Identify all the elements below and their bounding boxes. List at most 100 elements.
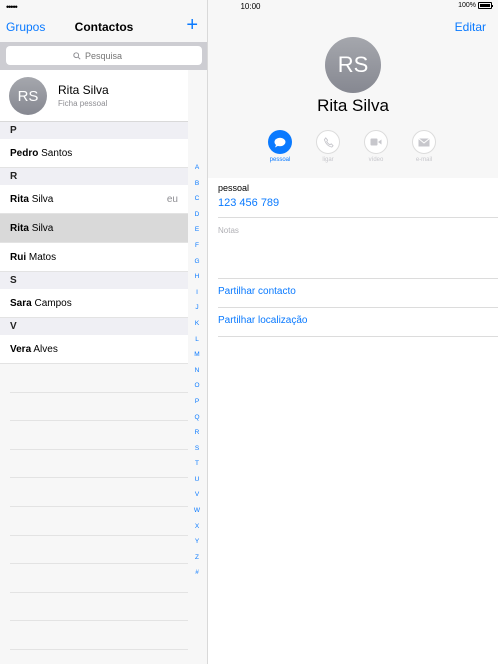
me-tag: eu <box>166 194 178 205</box>
index-letter[interactable]: F <box>190 238 204 254</box>
email-action[interactable]: e-mail <box>400 130 448 163</box>
index-letter[interactable]: N <box>190 363 204 379</box>
contact-first-name: Rita <box>10 194 29 205</box>
share-contact-button[interactable]: Partilhar contacto <box>218 286 296 297</box>
empty-rows <box>0 364 188 650</box>
my-card[interactable]: RS Rita Silva Ficha pessoal <box>0 70 188 122</box>
avatar: RS <box>9 77 47 115</box>
search-field[interactable] <box>6 46 202 65</box>
message-icon <box>268 130 292 154</box>
contact-header: 10:00 100% Editar RS Rita Silva pessoal <box>208 0 498 178</box>
battery-percent: 100% <box>458 2 476 9</box>
edit-button[interactable]: Editar <box>455 20 486 34</box>
contact-row-selected[interactable]: Rita Silva <box>0 214 188 243</box>
action-label: pessoal <box>269 157 291 163</box>
video-action[interactable]: vídeo <box>352 130 400 163</box>
index-letter[interactable]: I <box>190 285 204 301</box>
index-letter[interactable]: # <box>190 565 204 581</box>
index-letter[interactable]: Q <box>190 410 204 426</box>
divider <box>218 336 498 337</box>
contact-first-name: Pedro <box>10 148 39 159</box>
contacts-nav-bar: Grupos Contactos + <box>0 14 207 42</box>
empty-row <box>10 536 188 565</box>
empty-row <box>10 421 188 450</box>
divider <box>218 307 498 308</box>
contacts-title: Contactos <box>74 20 134 34</box>
phone-number[interactable]: 123 456 789 <box>218 197 279 209</box>
index-letter[interactable]: R <box>190 425 204 441</box>
share-location-button[interactable]: Partilhar localização <box>218 315 308 326</box>
index-letter[interactable]: A <box>190 160 204 176</box>
action-label: vídeo <box>368 157 384 163</box>
section-header-v: V <box>0 318 188 335</box>
alphabet-index[interactable]: A B C D E F G H I J K L M N O P Q R S T U V W X Y Z # <box>190 160 204 581</box>
index-letter[interactable]: L <box>190 332 204 348</box>
contact-first-name: Rita <box>10 223 29 234</box>
index-letter[interactable]: W <box>190 503 204 519</box>
avatar: RS <box>325 37 381 93</box>
index-letter[interactable]: J <box>190 300 204 316</box>
contact-row[interactable]: Pedro Santos <box>0 139 188 168</box>
index-letter[interactable]: T <box>190 456 204 472</box>
index-letter[interactable]: K <box>190 316 204 332</box>
index-letter[interactable]: C <box>190 191 204 207</box>
call-action[interactable]: ligar <box>304 130 352 163</box>
index-letter[interactable]: V <box>190 487 204 503</box>
divider <box>218 217 498 218</box>
index-letter[interactable]: G <box>190 254 204 270</box>
contact-last-name: Matos <box>28 252 57 263</box>
contact-first-name: Vera <box>10 344 32 355</box>
empty-row <box>10 564 188 593</box>
contact-last-name: Silva <box>31 194 54 205</box>
contact-last-name: Campos <box>34 298 72 309</box>
battery-status: 100% <box>458 2 493 9</box>
contact-row[interactable]: Rui Matos <box>0 243 188 272</box>
battery-fill <box>480 4 490 7</box>
contacts-screen: ••••• Grupos Contactos + RS Rita Silva F… <box>0 0 498 664</box>
signal-indicator: ••••• <box>6 2 18 12</box>
index-letter[interactable]: Y <box>190 534 204 550</box>
contact-last-name: Silva <box>31 223 54 234</box>
contact-row[interactable]: Rita Silva eu <box>0 185 188 214</box>
battery-icon <box>478 2 493 9</box>
phone-icon <box>316 130 340 154</box>
search-input[interactable] <box>85 50 135 61</box>
my-card-name: Rita Silva <box>58 83 109 97</box>
notes-field[interactable]: Notas <box>218 226 239 235</box>
contact-last-name: Santos <box>41 148 73 159</box>
contact-row[interactable]: Vera Alves <box>0 335 188 364</box>
plus-icon[interactable]: + <box>186 14 198 36</box>
empty-row <box>10 478 188 507</box>
empty-row <box>10 450 188 479</box>
mail-icon <box>412 130 436 154</box>
contact-first-name: Sara <box>10 298 32 309</box>
index-letter[interactable]: D <box>190 207 204 223</box>
index-letter[interactable]: M <box>190 347 204 363</box>
index-letter[interactable]: B <box>190 176 204 192</box>
empty-row <box>10 393 188 422</box>
contact-name: Rita Silva <box>317 96 389 115</box>
index-letter[interactable]: X <box>190 519 204 535</box>
index-letter[interactable]: E <box>190 222 204 238</box>
contacts-list-pane: ••••• Grupos Contactos + RS Rita Silva F… <box>0 0 208 664</box>
section-header-s: S <box>0 272 188 289</box>
divider <box>218 278 498 279</box>
section-header-p: P <box>0 122 188 139</box>
index-letter[interactable]: U <box>190 472 204 488</box>
index-letter[interactable]: Z <box>190 550 204 566</box>
phone-label: pessoal <box>218 183 250 193</box>
index-letter[interactable]: O <box>190 378 204 394</box>
contact-last-name: Alves <box>33 344 58 355</box>
index-letter[interactable]: P <box>190 394 204 410</box>
contact-detail-pane: 10:00 100% Editar RS Rita Silva pessoal <box>208 0 498 664</box>
contact-actions: pessoal ligar vídeo e-mail <box>256 130 496 163</box>
search-icon <box>73 51 81 60</box>
search-bar <box>0 42 207 70</box>
index-letter[interactable]: S <box>190 441 204 457</box>
my-card-subtitle: Ficha pessoal <box>58 99 108 108</box>
message-action[interactable]: pessoal <box>256 130 304 163</box>
empty-row <box>10 621 188 650</box>
empty-row <box>10 507 188 536</box>
index-letter[interactable]: H <box>190 269 204 285</box>
contact-row[interactable]: Sara Campos <box>0 289 188 318</box>
